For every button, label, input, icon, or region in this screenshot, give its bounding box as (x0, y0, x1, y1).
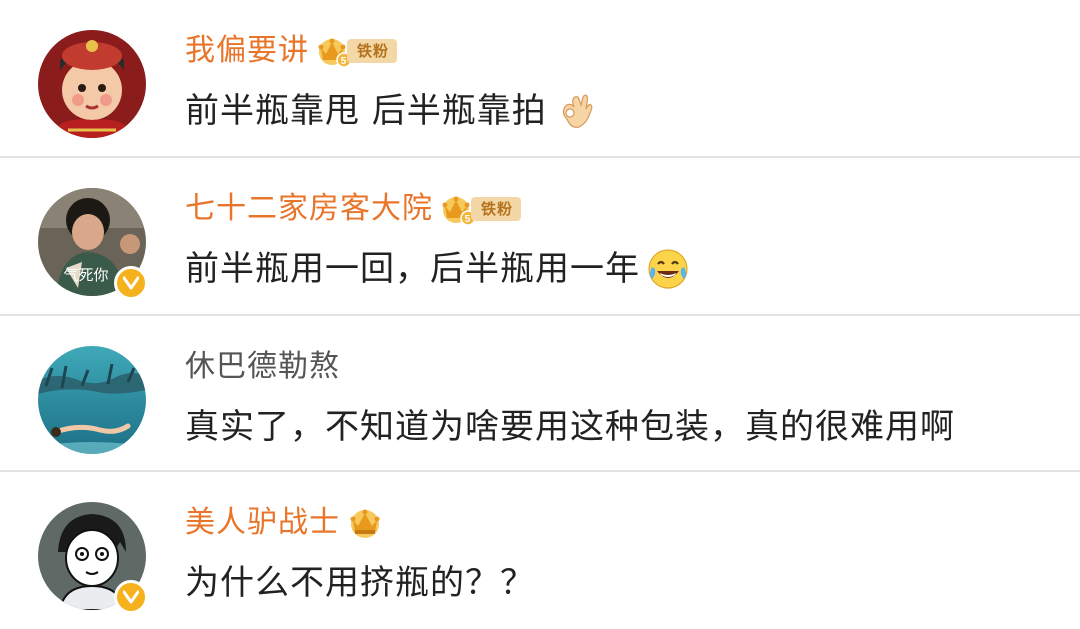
crown-icon (350, 509, 380, 538)
avatar[interactable] (38, 346, 146, 454)
username-text[interactable]: 美人驴战士 (185, 503, 340, 543)
username[interactable]: 七十二家房客大院 5 铁粉 (185, 189, 522, 229)
fan-tag: 铁粉 (471, 197, 522, 221)
username-text[interactable]: 七十二家房客大院 (185, 189, 433, 229)
comment-text-content: 真实了，不知道为啥要用这种包装，真的很难用啊 (185, 407, 955, 447)
comment-item: 美人驴战士 为什么不用挤瓶的？？ (0, 472, 1080, 629)
comment-text: 为什么不用挤瓶的？？ (185, 559, 535, 607)
vip-badge: 5 铁粉 (439, 194, 522, 226)
checkmark-icon (123, 276, 139, 290)
svg-text:气死你: 气死你 (63, 266, 108, 284)
comment-list: 我偏要讲 5 铁粉 前半瓶靠甩 后半瓶靠拍 气死你 七十二家房客大院 5 铁粉 … (0, 0, 1080, 629)
comment-text-content: 为什么不用挤瓶的？？ (185, 563, 535, 603)
ok-hand-emoji (562, 94, 593, 128)
comment-text: 前半瓶靠甩 后半瓶靠拍 (185, 87, 597, 135)
verified-badge (114, 580, 148, 614)
vip-badge: 5 铁粉 (315, 36, 398, 68)
username-text[interactable]: 休巴德勒熬 (185, 347, 340, 387)
comment-item: 气死你 七十二家房客大院 5 铁粉 前半瓶用一回，后半瓶用一年 (0, 158, 1080, 316)
username[interactable]: 我偏要讲 5 铁粉 (185, 31, 398, 71)
verified-badge (114, 266, 148, 300)
username-text[interactable]: 我偏要讲 (185, 31, 309, 71)
username[interactable]: 美人驴战士 (185, 503, 384, 543)
comment-text: 真实了，不知道为啥要用这种包装，真的很难用啊 (185, 403, 955, 451)
fan-tag: 铁粉 (347, 39, 398, 63)
comment-text-content: 前半瓶靠甩 后半瓶靠拍 (185, 91, 547, 131)
vip-badge (346, 508, 384, 538)
laugh-cry-emoji (648, 249, 688, 289)
username[interactable]: 休巴德勒熬 (185, 347, 340, 387)
avatar[interactable] (38, 30, 146, 138)
checkmark-icon (123, 590, 139, 604)
comment-item: 我偏要讲 5 铁粉 前半瓶靠甩 后半瓶靠拍 (0, 0, 1080, 158)
comment-item: 休巴德勒熬 真实了，不知道为啥要用这种包装，真的很难用啊 (0, 316, 1080, 472)
comment-text: 前半瓶用一回，后半瓶用一年 (185, 245, 690, 293)
comment-text-content: 前半瓶用一回，后半瓶用一年 (185, 249, 640, 289)
